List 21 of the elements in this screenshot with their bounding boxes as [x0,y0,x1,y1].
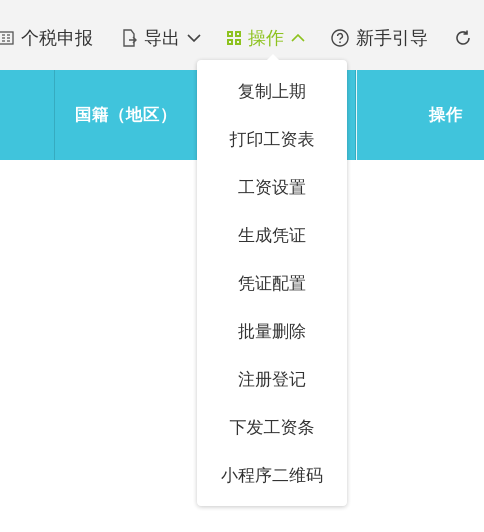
tax-report-button[interactable]: 个税申报 [0,26,93,50]
menu-item[interactable]: 下发工资条 [197,403,347,451]
column-header: 国籍（地区） [75,104,177,126]
column-header: 操作 [429,104,463,126]
menu-item[interactable]: 批量删除 [197,307,347,355]
menu-item[interactable]: 小程序二维码 [197,451,347,499]
chevron-down-icon [187,33,201,43]
export-file-icon [121,29,137,47]
tax-form-icon [0,30,14,46]
menu-item[interactable]: 工资设置 [197,163,347,211]
chevron-up-icon [291,33,305,43]
menu-item[interactable]: 注册登记 [197,355,347,403]
menu-item[interactable]: 打印工资表 [197,115,347,163]
export-button[interactable]: 导出 [121,26,201,50]
grid-icon [227,31,241,45]
menu-item[interactable]: 复制上期 [197,67,347,115]
refresh-icon[interactable] [454,29,472,47]
menu-item[interactable]: 生成凭证 [197,211,347,259]
menu-item[interactable]: 凭证配置 [197,259,347,307]
help-icon [331,29,349,47]
guide-button[interactable]: 新手引导 [331,26,428,50]
